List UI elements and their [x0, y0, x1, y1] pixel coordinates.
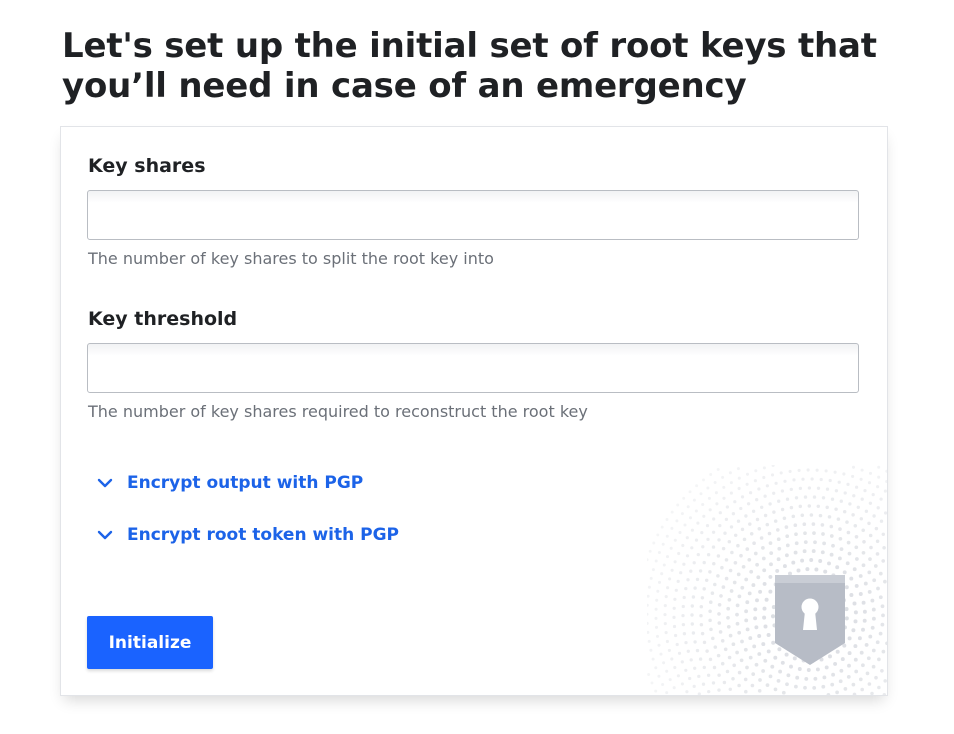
chevron-down-icon — [97, 530, 113, 540]
initialize-button[interactable]: Initialize — [87, 616, 213, 669]
encrypt-root-token-pgp-toggle[interactable]: Encrypt root token with PGP — [97, 525, 399, 545]
keyhole-shield-icon — [647, 465, 887, 695]
init-form-card: Key shares The number of key shares to s… — [60, 126, 888, 696]
encrypt-output-pgp-toggle[interactable]: Encrypt output with PGP — [97, 473, 363, 493]
chevron-down-icon — [97, 478, 113, 488]
key-threshold-label: Key threshold — [88, 308, 238, 330]
key-threshold-input[interactable] — [87, 343, 859, 393]
key-shares-input[interactable] — [87, 190, 859, 240]
key-threshold-help: The number of key shares required to rec… — [88, 402, 588, 421]
key-shares-label: Key shares — [88, 155, 206, 177]
page-title: Let's set up the initial set of root key… — [62, 26, 877, 106]
encrypt-output-pgp-label: Encrypt output with PGP — [127, 473, 364, 493]
encrypt-root-token-pgp-label: Encrypt root token with PGP — [127, 525, 400, 545]
key-shares-help: The number of key shares to split the ro… — [88, 249, 494, 268]
